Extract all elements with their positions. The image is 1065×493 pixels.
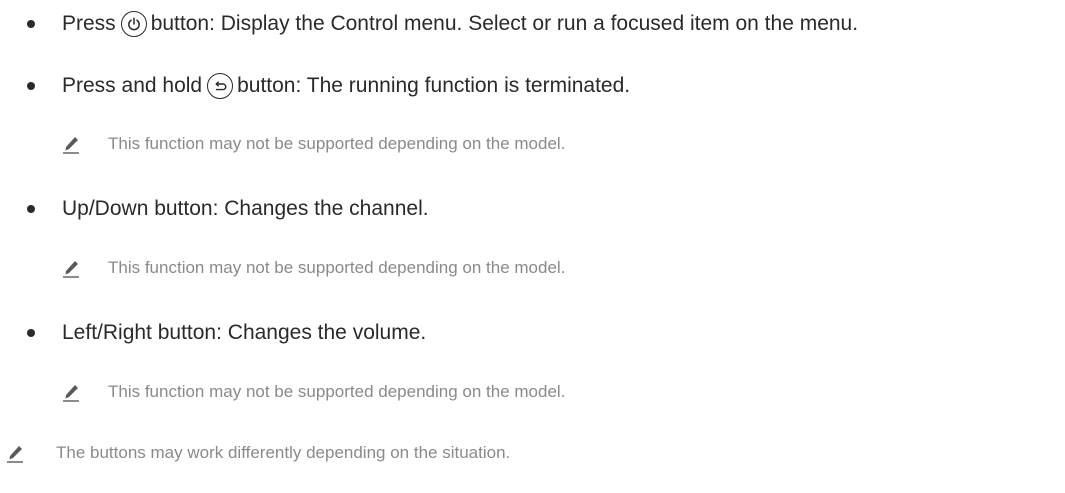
bullet-dot (27, 205, 35, 213)
note-text: This function may not be supported depen… (108, 134, 566, 153)
note-final: The buttons may work differently dependi… (4, 438, 510, 468)
list-item-volume: Left/Right button: Changes the volume. (0, 313, 1065, 353)
return-icon (207, 73, 234, 99)
list-item-text: Press and hold button: The running funct… (62, 73, 630, 99)
bullet-dot (27, 329, 35, 337)
list-item-return: Press and hold button: The running funct… (0, 66, 1065, 106)
bullet-dot (27, 20, 35, 28)
bullet-dot (27, 82, 35, 90)
item-description: button: The running function is terminat… (237, 74, 631, 97)
note-model-support-2: This function may not be supported depen… (60, 253, 565, 283)
pencil-note-icon (63, 385, 79, 402)
list-item-text: Up/Down button: Changes the channel. (62, 197, 429, 220)
list-item-text: Press button: Display the Control menu. … (62, 11, 858, 37)
note-text: This function may not be supported depen… (108, 382, 566, 401)
item-description: button: Display the Control menu. Select… (150, 12, 859, 35)
note-text: This function may not be supported depen… (108, 258, 566, 277)
note-text: The buttons may work differently dependi… (56, 443, 511, 462)
manual-page: Press button: Display the Control menu. … (0, 0, 1065, 493)
list-item-power: Press button: Display the Control menu. … (0, 4, 1065, 44)
list-item-text: Left/Right button: Changes the volume. (62, 321, 427, 344)
item-prefix: Press (62, 12, 116, 35)
note-model-support-3: This function may not be supported depen… (60, 377, 565, 407)
pencil-note-icon (63, 261, 79, 278)
note-model-support-1: This function may not be supported depen… (60, 129, 565, 159)
pencil-note-icon (7, 446, 23, 463)
pencil-note-icon (63, 137, 79, 154)
item-prefix: Press and hold (62, 74, 203, 97)
power-icon (120, 11, 147, 37)
list-item-channel: Up/Down button: Changes the channel. (0, 189, 1065, 229)
